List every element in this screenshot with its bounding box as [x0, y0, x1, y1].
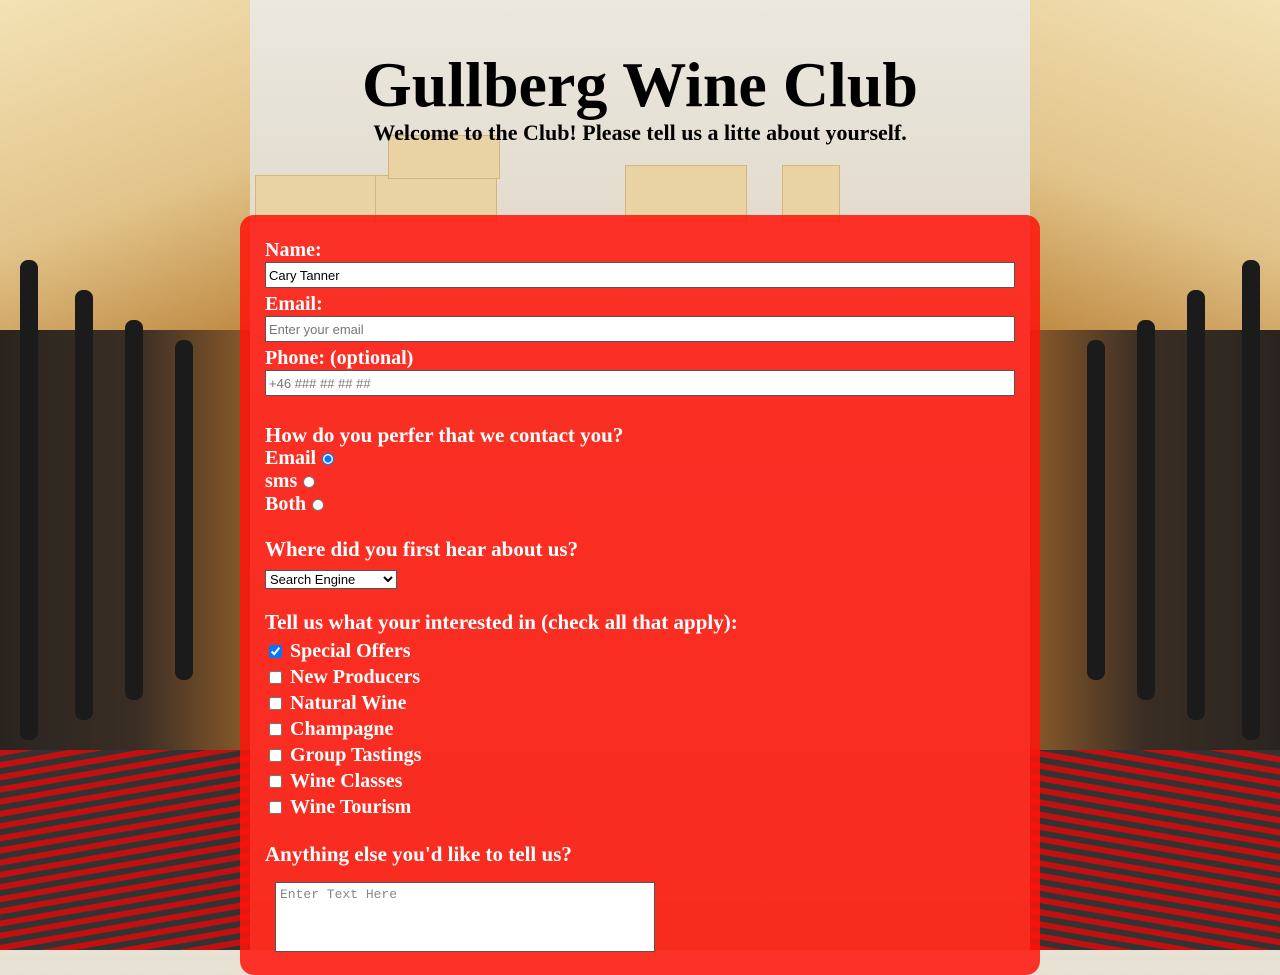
checkbox-label: Wine Classes — [290, 770, 403, 792]
page-title: Gullberg Wine Club — [362, 49, 918, 120]
checkbox-wine-tourism[interactable] — [269, 800, 282, 814]
checkbox-group-tastings[interactable] — [269, 748, 282, 762]
radio-label: sms — [265, 470, 298, 492]
bottle-rack — [75, 290, 93, 720]
contact-radio-group: Email sms Both — [265, 447, 1015, 516]
page-subtitle: Welcome to the Club! Please tell us a li… — [373, 120, 907, 145]
contact-option-both[interactable]: Both — [265, 493, 1015, 516]
email-field[interactable] — [265, 316, 1015, 342]
name-label: Name: — [265, 239, 322, 261]
checkbox-label: Group Tastings — [290, 744, 422, 766]
source-select[interactable]: Search Engine — [265, 570, 397, 589]
comments-question: Anything else you'd like to tell us? — [265, 842, 572, 866]
interest-champagne[interactable]: Champagne — [265, 716, 1015, 742]
radio-label: Both — [265, 493, 307, 515]
name-field[interactable] — [265, 262, 1015, 288]
bottle-rack — [1242, 260, 1260, 740]
checkbox-champagne[interactable] — [269, 722, 282, 736]
contact-option-email[interactable]: Email — [265, 447, 1015, 470]
source-question: Where did you first hear about us? — [265, 537, 579, 561]
interest-wine-tourism[interactable]: Wine Tourism — [265, 794, 1015, 820]
checkbox-label: Wine Tourism — [290, 796, 412, 818]
checkbox-label: Special Offers — [290, 640, 411, 662]
bottle-rack — [1137, 320, 1155, 700]
signup-form: Name: Email: Phone: (optional) How do yo… — [240, 215, 1040, 975]
radio-email[interactable] — [322, 452, 335, 465]
page-header: Gullberg Wine Club Welcome to the Club! … — [0, 48, 1280, 144]
bottle-rack — [20, 260, 38, 740]
interest-new-producers[interactable]: New Producers — [265, 664, 1015, 690]
comments-textarea[interactable] — [275, 882, 655, 952]
phone-field[interactable] — [265, 370, 1015, 396]
interest-natural-wine[interactable]: Natural Wine — [265, 690, 1015, 716]
checkbox-label: Natural Wine — [290, 692, 407, 714]
bottle-floor-left — [0, 750, 250, 950]
checkbox-label: Champagne — [290, 718, 394, 740]
phone-label: Phone: (optional) — [265, 347, 414, 369]
radio-both[interactable] — [312, 498, 325, 511]
bottle-rack — [125, 320, 143, 700]
wooden-box — [782, 165, 840, 222]
contact-option-sms[interactable]: sms — [265, 470, 1015, 493]
wooden-box — [625, 165, 747, 222]
interest-special-offers[interactable]: Special Offers — [265, 638, 1015, 664]
checkbox-natural-wine[interactable] — [269, 696, 282, 710]
interests-checkbox-group: Special Offers New Producers Natural Win… — [265, 638, 1015, 820]
checkbox-special-offers[interactable] — [269, 644, 282, 658]
email-label: Email: — [265, 293, 323, 315]
interest-wine-classes[interactable]: Wine Classes — [265, 768, 1015, 794]
contact-question: How do you perfer that we contact you? — [265, 423, 624, 447]
bottle-rack — [1187, 290, 1205, 720]
radio-sms[interactable] — [303, 475, 316, 488]
interest-group-tastings[interactable]: Group Tastings — [265, 742, 1015, 768]
bottle-floor-right — [1030, 750, 1280, 950]
radio-label: Email — [265, 447, 317, 469]
bottle-rack — [175, 340, 193, 680]
checkbox-new-producers[interactable] — [269, 670, 282, 684]
bottle-rack — [1087, 340, 1105, 680]
checkbox-label: New Producers — [290, 666, 421, 688]
interests-question: Tell us what your interested in (check a… — [265, 610, 738, 634]
checkbox-wine-classes[interactable] — [269, 774, 282, 788]
